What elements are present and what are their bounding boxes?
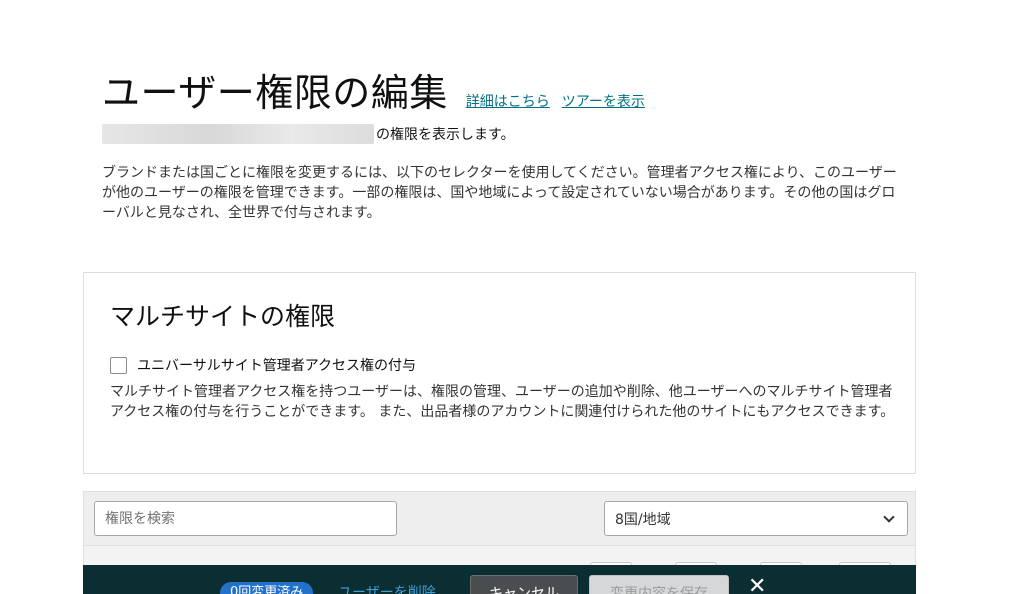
universal-admin-checkbox-label: ユニバーサルサイト管理者アクセス権の付与: [137, 358, 417, 374]
sticky-action-bar: 0回変更済み ユーザーを削除 キャンセル 変更内容を保存 ✕: [83, 565, 916, 594]
page-description: ブランドまたは国ごとに権限を変更するには、以下のセレクターを使用してください。管…: [102, 165, 897, 221]
save-changes-button[interactable]: 変更内容を保存: [589, 575, 729, 594]
tour-link[interactable]: ツアーを表示: [562, 91, 645, 111]
changes-count-badge: 0回変更済み: [220, 582, 314, 594]
region-select[interactable]: 8国/地域: [604, 501, 908, 536]
cancel-button[interactable]: キャンセル: [470, 575, 578, 594]
delete-user-link[interactable]: ユーザーを削除: [338, 582, 436, 594]
details-link[interactable]: 詳細はこちら: [466, 91, 550, 111]
filter-bar: 8国/地域: [83, 491, 916, 546]
close-icon[interactable]: ✕: [748, 576, 766, 594]
universal-admin-checkbox-row[interactable]: ユニバーサルサイト管理者アクセス権の付与: [110, 355, 416, 375]
subtitle-text: の権限を表示します。: [376, 127, 515, 143]
permission-search-input[interactable]: [94, 501, 397, 536]
redacted-user-name: [102, 124, 374, 144]
page-title: ユーザー権限の編集: [102, 71, 448, 115]
chevron-down-icon: [883, 510, 895, 523]
permission-table-header-strip: [83, 546, 916, 570]
page-header: ユーザー権限の編集 詳細はこちら ツアーを表示: [102, 62, 645, 117]
universal-admin-checkbox[interactable]: [110, 356, 127, 374]
subtitle: の権限を表示します。: [102, 124, 515, 144]
multisite-title: マルチサイトの権限: [110, 302, 336, 331]
multisite-permissions-card: マルチサイトの権限 ユニバーサルサイト管理者アクセス権の付与 マルチサイト管理者…: [83, 272, 916, 474]
multisite-description: マルチサイト管理者アクセス権を持つユーザーは、権限の管理、ユーザーの追加や削除、…: [110, 384, 895, 420]
region-select-value: 8国/地域: [615, 511, 671, 528]
